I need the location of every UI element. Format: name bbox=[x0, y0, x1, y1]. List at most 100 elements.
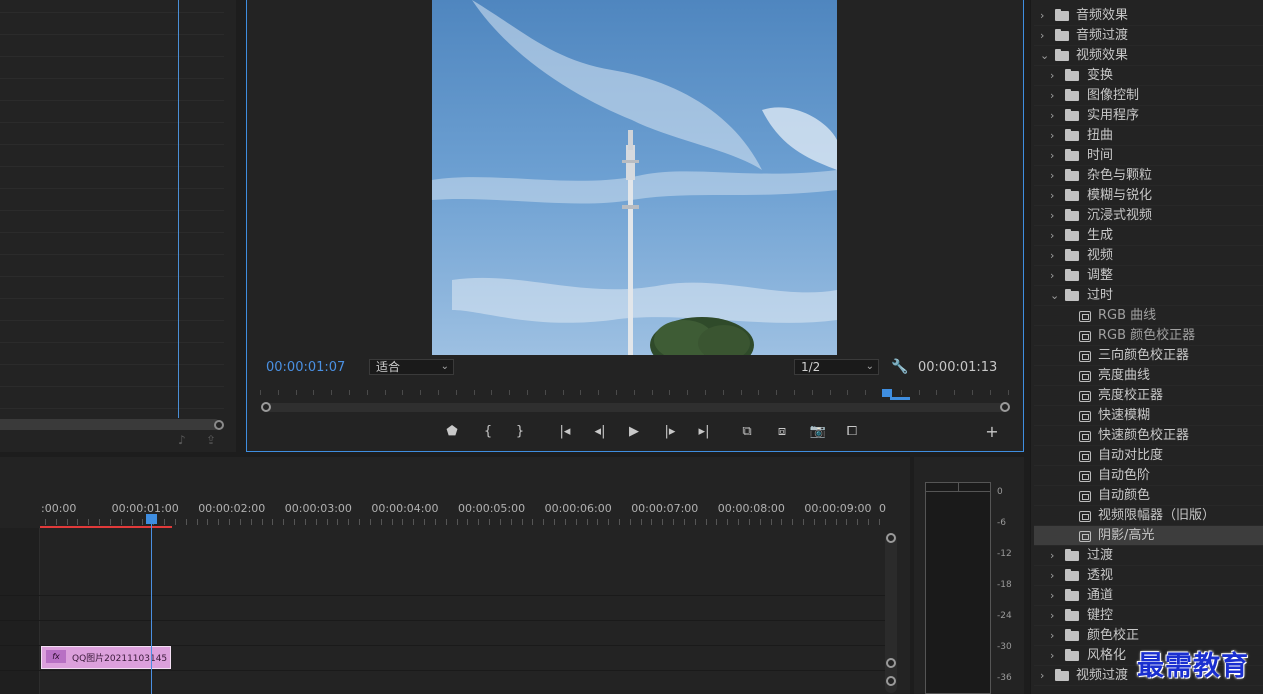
effect-folder[interactable]: › 过渡 bbox=[1034, 546, 1263, 566]
chevron-right-icon[interactable]: › bbox=[1050, 106, 1054, 126]
effect-folder[interactable]: › 视频 bbox=[1034, 246, 1263, 266]
vscroll-handle-bottom[interactable] bbox=[886, 658, 896, 668]
zoom-handle-right[interactable] bbox=[1000, 402, 1010, 412]
chevron-right-icon[interactable]: › bbox=[1050, 626, 1054, 646]
db-label: 0 bbox=[997, 487, 1003, 497]
effect-folder[interactable]: › 杂色与颗粒 bbox=[1034, 166, 1263, 186]
chevron-right-icon[interactable]: › bbox=[1050, 66, 1054, 86]
db-label: -36 bbox=[997, 673, 1012, 683]
step-back-button[interactable]: ◂| bbox=[590, 423, 610, 441]
chevron-right-icon[interactable]: › bbox=[1050, 146, 1054, 166]
effect-folder[interactable]: › 音频过渡 bbox=[1034, 26, 1263, 46]
effect-folder[interactable]: › 颜色校正 bbox=[1034, 626, 1263, 646]
chevron-right-icon[interactable]: › bbox=[1050, 126, 1054, 146]
effect-label: 颜色校正 bbox=[1087, 628, 1140, 643]
effect-item[interactable]: RGB 颜色校正器 bbox=[1034, 326, 1263, 346]
effect-item[interactable]: 三向颜色校正器 bbox=[1034, 346, 1263, 366]
go-to-out-button[interactable]: ▸| bbox=[694, 423, 714, 441]
chevron-right-icon[interactable]: › bbox=[1050, 646, 1054, 666]
timeline-tick bbox=[164, 519, 166, 525]
effect-folder[interactable]: › 音频效果 bbox=[1034, 6, 1263, 26]
mark-in-button[interactable]: { bbox=[478, 423, 498, 441]
effect-item[interactable]: 快速模糊 bbox=[1034, 406, 1263, 426]
add-marker-button[interactable]: ⬟ bbox=[442, 423, 462, 441]
camera-icon[interactable]: 📷 bbox=[808, 423, 828, 441]
add-button[interactable]: + bbox=[982, 423, 1002, 441]
folder-icon bbox=[1065, 569, 1079, 581]
effect-folder[interactable]: › 时间 bbox=[1034, 146, 1263, 166]
chevron-right-icon[interactable]: › bbox=[1050, 566, 1054, 586]
timeline-vertical-scrollbar[interactable] bbox=[885, 533, 897, 693]
effect-folder[interactable]: › 键控 bbox=[1034, 606, 1263, 626]
effect-item[interactable]: 亮度曲线 bbox=[1034, 366, 1263, 386]
source-scrollbar[interactable] bbox=[0, 419, 220, 430]
chevron-right-icon[interactable]: › bbox=[1050, 86, 1054, 106]
fit-select[interactable]: 适合 ⌄ bbox=[369, 359, 454, 375]
audio-export-icon[interactable]: ♪ bbox=[178, 433, 186, 447]
resolution-select[interactable]: 1/2 ⌄ bbox=[794, 359, 879, 375]
chevron-right-icon[interactable]: › bbox=[1050, 206, 1054, 226]
effect-item[interactable]: 自动色阶 bbox=[1034, 466, 1263, 486]
comparison-view-button[interactable]: ⧠ bbox=[842, 423, 862, 441]
chevron-right-icon[interactable]: › bbox=[1040, 6, 1044, 26]
effect-folder[interactable]: › 调整 bbox=[1034, 266, 1263, 286]
effect-folder[interactable]: › 变换 bbox=[1034, 66, 1263, 86]
extract-button[interactable]: ⧈ bbox=[772, 423, 792, 441]
program-zoom-scrollbar[interactable] bbox=[264, 403, 1006, 412]
program-ruler-tick bbox=[544, 390, 546, 395]
chevron-right-icon[interactable]: › bbox=[1050, 546, 1054, 566]
effect-item[interactable]: 视频限幅器（旧版） bbox=[1034, 506, 1263, 526]
work-area-bar[interactable] bbox=[40, 526, 172, 528]
vscroll-handle-2[interactable] bbox=[886, 676, 896, 686]
current-timecode[interactable]: 00:00:01:07 bbox=[266, 360, 345, 375]
go-to-in-button[interactable]: |◂ bbox=[555, 423, 575, 441]
wrench-icon[interactable]: 🔧 bbox=[891, 359, 908, 375]
share-icon[interactable]: ⇪ bbox=[206, 433, 216, 447]
mark-out-button[interactable]: } bbox=[510, 423, 530, 441]
effect-item[interactable]: 阴影/高光 bbox=[1034, 526, 1263, 546]
effect-folder[interactable]: › 透视 bbox=[1034, 566, 1263, 586]
effect-item[interactable]: 快速颜色校正器 bbox=[1034, 426, 1263, 446]
lift-button[interactable]: ⧉ bbox=[737, 423, 757, 441]
timeline-tick bbox=[781, 519, 783, 525]
effect-label: RGB 颜色校正器 bbox=[1098, 328, 1196, 343]
chevron-right-icon[interactable]: › bbox=[1050, 226, 1054, 246]
timeline-playhead[interactable] bbox=[146, 514, 157, 524]
program-ruler-tick bbox=[847, 390, 849, 395]
effect-folder[interactable]: › 实用程序 bbox=[1034, 106, 1263, 126]
chevron-down-icon[interactable]: ⌄ bbox=[1040, 46, 1049, 66]
chevron-right-icon[interactable]: › bbox=[1050, 186, 1054, 206]
chevron-right-icon[interactable]: › bbox=[1050, 166, 1054, 186]
step-forward-button[interactable]: |▸ bbox=[660, 423, 680, 441]
db-label: -6 bbox=[997, 518, 1006, 528]
timeline-tick bbox=[283, 519, 285, 525]
effect-item[interactable]: 自动颜色 bbox=[1034, 486, 1263, 506]
effect-folder[interactable]: › 扭曲 bbox=[1034, 126, 1263, 146]
effect-folder[interactable]: › 图像控制 bbox=[1034, 86, 1263, 106]
effect-item[interactable]: 亮度校正器 bbox=[1034, 386, 1263, 406]
source-scroll-handle[interactable] bbox=[214, 420, 224, 430]
effect-folder[interactable]: ⌄ 过时 bbox=[1034, 286, 1263, 306]
timeline-tick bbox=[207, 519, 209, 525]
chevron-right-icon[interactable]: › bbox=[1050, 266, 1054, 286]
effect-folder[interactable]: › 通道 bbox=[1034, 586, 1263, 606]
play-button[interactable]: ▶ bbox=[624, 423, 644, 441]
timeline-tick bbox=[77, 519, 79, 525]
program-playhead[interactable] bbox=[882, 389, 892, 397]
effect-label: 自动颜色 bbox=[1098, 488, 1151, 503]
chevron-right-icon[interactable]: › bbox=[1040, 26, 1044, 46]
timeline-tick bbox=[261, 519, 263, 525]
effect-folder[interactable]: › 沉浸式视频 bbox=[1034, 206, 1263, 226]
vscroll-handle-top[interactable] bbox=[886, 533, 896, 543]
chevron-right-icon[interactable]: › bbox=[1050, 246, 1054, 266]
chevron-right-icon[interactable]: › bbox=[1040, 666, 1044, 686]
zoom-handle-left[interactable] bbox=[261, 402, 271, 412]
effect-folder[interactable]: ⌄ 视频效果 bbox=[1034, 46, 1263, 66]
effect-item[interactable]: 自动对比度 bbox=[1034, 446, 1263, 466]
effect-folder[interactable]: › 生成 bbox=[1034, 226, 1263, 246]
chevron-right-icon[interactable]: › bbox=[1050, 586, 1054, 606]
chevron-down-icon[interactable]: ⌄ bbox=[1050, 286, 1059, 306]
effect-folder[interactable]: › 模糊与锐化 bbox=[1034, 186, 1263, 206]
chevron-right-icon[interactable]: › bbox=[1050, 606, 1054, 626]
effect-item[interactable]: RGB 曲线 bbox=[1034, 306, 1263, 326]
